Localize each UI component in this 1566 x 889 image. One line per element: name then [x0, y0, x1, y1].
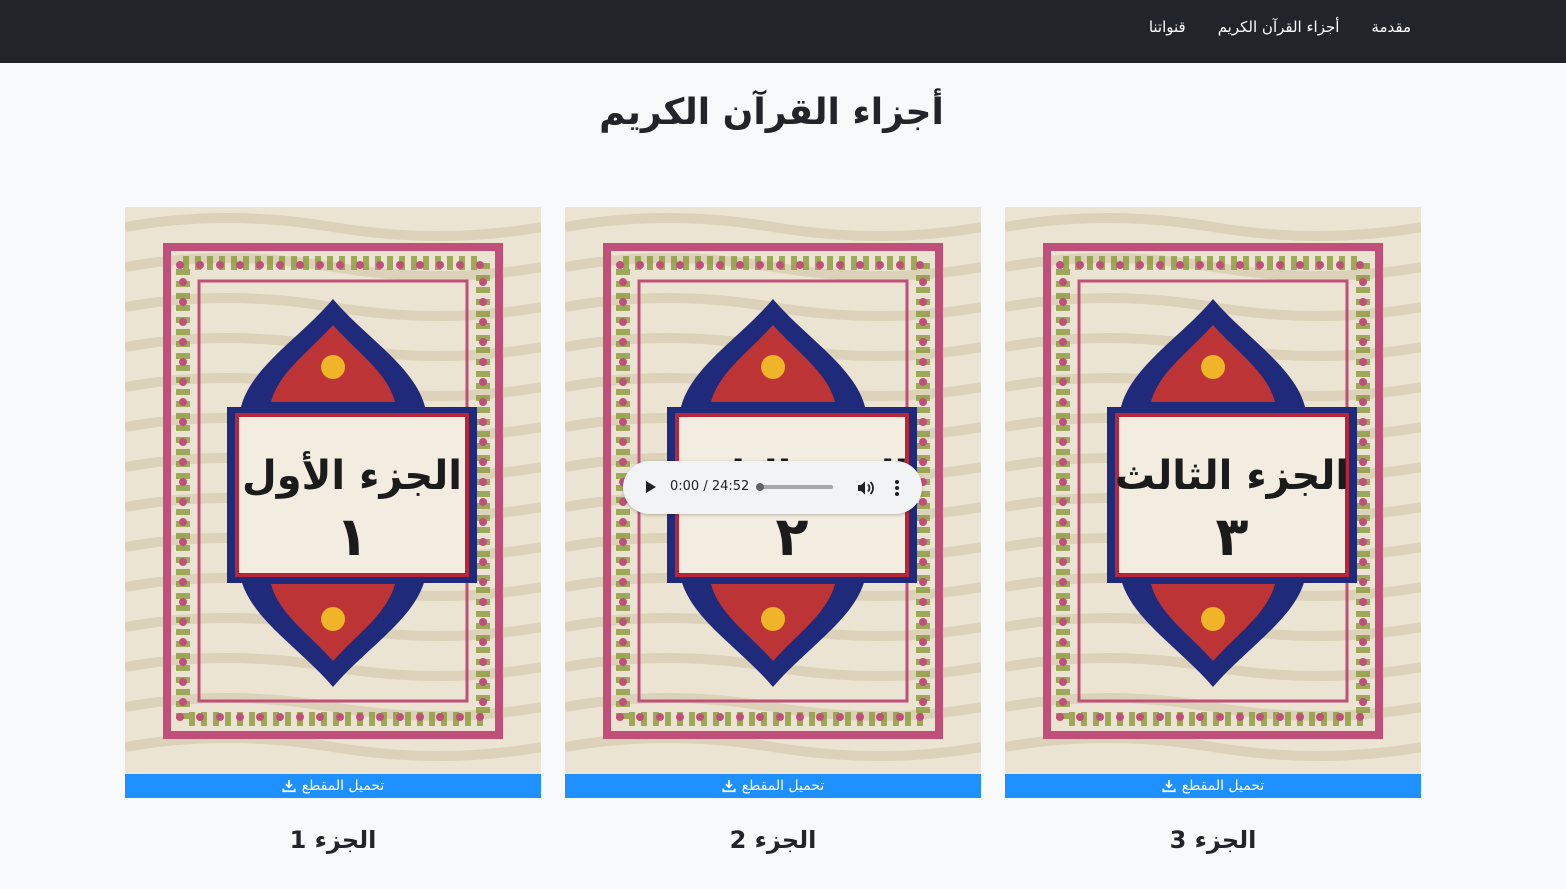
play-icon[interactable] — [641, 478, 659, 496]
juz-title: الجزء 1 — [289, 826, 377, 854]
download-button[interactable]: تحميل المقطع — [125, 774, 541, 798]
cover-artwork: الجزء الأول ١ — [125, 207, 541, 774]
cover-title-text: الجزء الثالث — [1115, 453, 1349, 499]
audio-progress-bar[interactable] — [756, 483, 833, 491]
cover-number-text: ١ — [336, 505, 369, 568]
download-icon — [282, 779, 296, 793]
download-label: تحميل المقطع — [1181, 778, 1265, 794]
cover-number-text: ٢ — [776, 505, 809, 568]
download-button[interactable]: تحميل المقطع — [565, 774, 981, 798]
juz-title: الجزء 2 — [729, 826, 817, 854]
download-icon — [1162, 779, 1176, 793]
download-icon — [722, 779, 736, 793]
cover-number-text: ٣ — [1216, 505, 1249, 568]
download-button[interactable]: تحميل المقطع — [1005, 774, 1421, 798]
volume-icon[interactable] — [855, 478, 875, 498]
juz-cover-image[interactable]: الجزء الأول ١ — [125, 207, 541, 774]
juz-card-2: الجزء الثاني٢ تحميل المقطع الجزء 2 — [565, 207, 981, 854]
cover-artwork: الجزء الثالث ٣ — [1005, 207, 1421, 774]
nav-item-intro[interactable]: مقدمة — [1371, 18, 1411, 36]
top-navbar: مقدمة أجزاء القرآن الكريم قنواتنا — [0, 0, 1566, 63]
juz-card-3: الجزء الثالث ٣ تحميل المقطع الجزء 3 — [1005, 207, 1421, 854]
audio-progress-thumb[interactable] — [756, 483, 764, 491]
cover-title-text: الجزء الأول — [242, 450, 462, 499]
nav-item-quran-parts[interactable]: أجزاء القرآن الكريم — [1218, 18, 1340, 36]
download-label: تحميل المقطع — [301, 778, 385, 794]
more-vert-icon[interactable] — [889, 478, 905, 498]
download-label: تحميل المقطع — [741, 778, 825, 794]
nav-links: مقدمة أجزاء القرآن الكريم قنواتنا — [1149, 0, 1411, 54]
juz-card-1: الجزء الأول ١ تحميل المقطع الجزء 1 — [125, 207, 541, 854]
audio-time: 0:00 / 24:52 — [670, 479, 750, 494]
nav-item-channels[interactable]: قنواتنا — [1149, 18, 1186, 36]
juz-cover-image[interactable]: الجزء الثالث ٣ — [1005, 207, 1421, 774]
page-title: أجزاء القرآن الكريم — [599, 92, 944, 133]
juz-title: الجزء 3 — [1169, 826, 1257, 854]
audio-player[interactable]: 0:00 / 24:52 — [623, 461, 922, 514]
